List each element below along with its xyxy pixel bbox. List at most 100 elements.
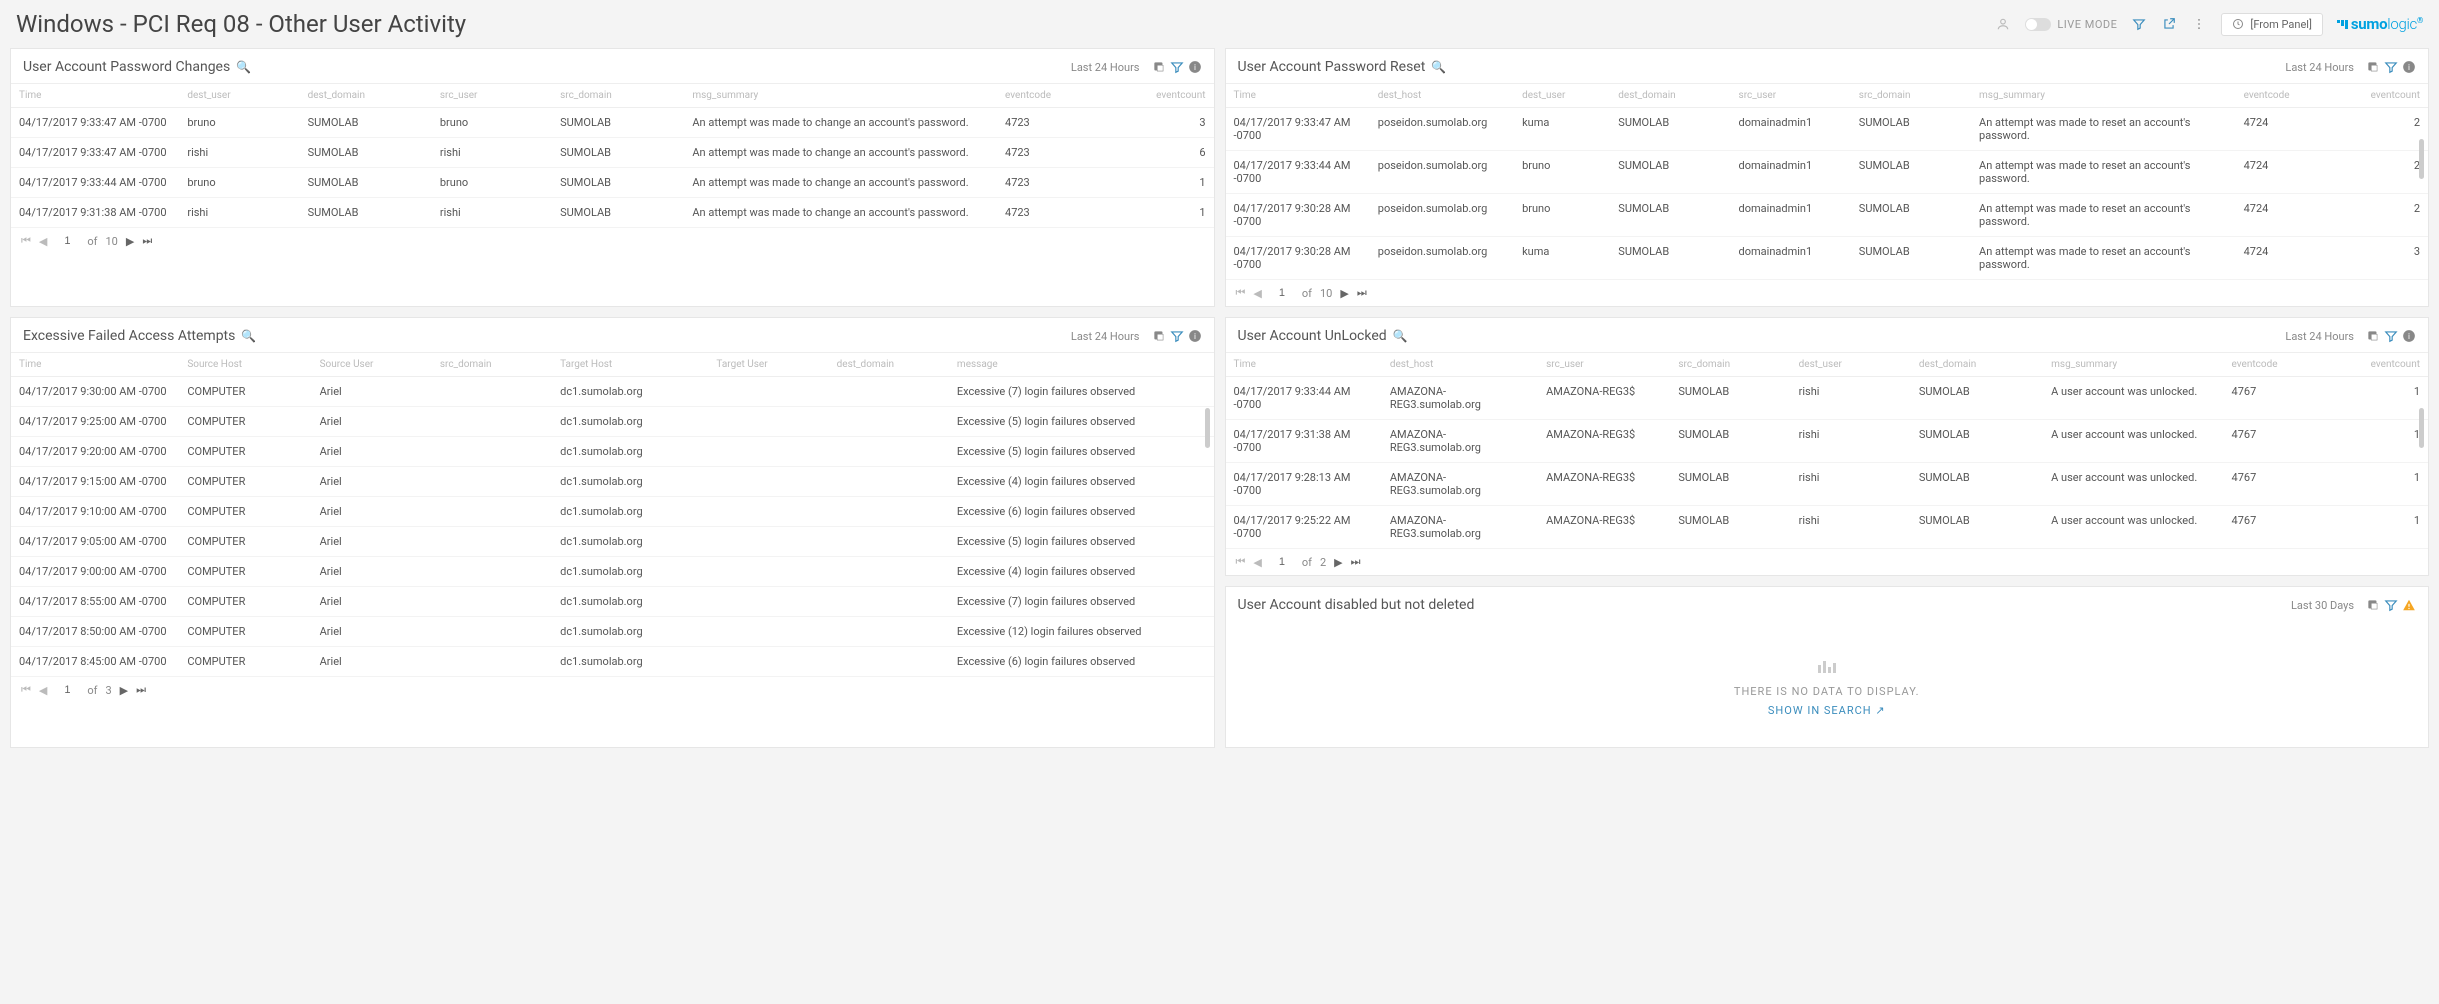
pager-page[interactable] xyxy=(55,234,79,248)
toggle-switch[interactable] xyxy=(2025,18,2051,31)
pager-page[interactable] xyxy=(1270,286,1294,300)
table-cell: dc1.sumolab.org xyxy=(552,377,708,407)
filter-icon[interactable] xyxy=(2384,329,2398,343)
page-title: Windows - PCI Req 08 - Other User Activi… xyxy=(16,10,1995,38)
pager-prev[interactable]: ◀ xyxy=(1253,287,1261,300)
info-icon[interactable]: i xyxy=(2402,60,2416,74)
pager-next[interactable]: ▶ xyxy=(1340,287,1348,300)
table-row: 04/17/2017 9:33:44 AM -0700brunoSUMOLABb… xyxy=(11,168,1214,198)
table-cell: Ariel xyxy=(312,407,432,437)
table-cell: kuma xyxy=(1514,237,1610,280)
bars-icon xyxy=(1226,661,2429,673)
magnify-icon[interactable]: 🔍 xyxy=(1431,60,1446,74)
table-cell: dc1.sumolab.org xyxy=(552,497,708,527)
table-cell: 04/17/2017 9:31:38 AM -0700 xyxy=(11,198,179,228)
table-cell: SUMOLAB xyxy=(1610,237,1730,280)
popout-icon[interactable] xyxy=(2366,60,2380,74)
user-icon[interactable] xyxy=(1995,16,2011,32)
info-icon[interactable]: i xyxy=(2402,329,2416,343)
table-cell: 04/17/2017 8:50:00 AM -0700 xyxy=(11,617,179,647)
table-cell: bruno xyxy=(179,168,299,198)
table-cell: 1 xyxy=(2332,420,2428,463)
pager-prev[interactable]: ◀ xyxy=(39,684,47,697)
table-cell: COMPUTER xyxy=(179,407,311,437)
pager-page[interactable] xyxy=(55,683,79,697)
table-cell xyxy=(708,617,828,647)
table-cell: dc1.sumolab.org xyxy=(552,467,708,497)
no-data-message: THERE IS NO DATA TO DISPLAY. xyxy=(1226,685,2429,698)
more-icon[interactable] xyxy=(2191,16,2207,32)
live-mode-toggle[interactable]: LIVE MODE xyxy=(2025,18,2117,31)
table-cell: 1 xyxy=(2332,463,2428,506)
pager-first[interactable]: ⏮ xyxy=(21,234,31,248)
table-cell: AMAZONA-REG3.sumolab.org xyxy=(1382,377,1538,420)
scrollbar[interactable] xyxy=(2419,139,2424,179)
popout-icon[interactable] xyxy=(2366,329,2380,343)
share-icon[interactable] xyxy=(2161,16,2177,32)
table-cell: SUMOLAB xyxy=(1911,506,2043,549)
magnify-icon[interactable]: 🔍 xyxy=(236,60,251,74)
info-icon[interactable]: i xyxy=(1188,329,1202,343)
filter-icon[interactable] xyxy=(2384,60,2398,74)
panel-range: Last 24 Hours xyxy=(2285,330,2354,343)
table-cell: dc1.sumolab.org xyxy=(552,647,708,677)
table-cell: bruno xyxy=(432,168,552,198)
pager-next[interactable]: ▶ xyxy=(120,684,128,697)
table-cell: An attempt was made to reset an account'… xyxy=(1971,108,2236,151)
pager-last[interactable]: ⏭ xyxy=(1357,286,1367,300)
table-header-row: Timedest_hostdest_userdest_domainsrc_use… xyxy=(1226,84,2429,108)
pager-next[interactable]: ▶ xyxy=(1334,556,1342,569)
popout-icon[interactable] xyxy=(1152,329,1166,343)
filter-icon[interactable] xyxy=(2131,16,2147,32)
pager-prev[interactable]: ◀ xyxy=(39,235,47,248)
table-cell: SUMOLAB xyxy=(1610,108,1730,151)
table-cell: 3 xyxy=(2332,237,2428,280)
table-cell: AMAZONA-REG3$ xyxy=(1538,506,1670,549)
table-cell: 04/17/2017 9:33:47 AM -0700 xyxy=(1226,108,1370,151)
table-cell: bruno xyxy=(432,108,552,138)
pager-last[interactable]: ⏭ xyxy=(136,683,146,697)
magnify-icon[interactable]: 🔍 xyxy=(1393,329,1408,343)
table-row: 04/17/2017 8:55:00 AM -0700COMPUTERAriel… xyxy=(11,587,1214,617)
table-cell: Ariel xyxy=(312,647,432,677)
pager-first[interactable]: ⏮ xyxy=(21,683,31,697)
pager-first[interactable]: ⏮ xyxy=(1236,555,1246,569)
table-cell: 4724 xyxy=(2236,151,2332,194)
table-cell: An attempt was made to change an account… xyxy=(684,108,997,138)
table-cell: Excessive (7) login failures observed xyxy=(949,377,1214,407)
filter-icon[interactable] xyxy=(1170,60,1184,74)
filter-icon[interactable] xyxy=(2384,598,2398,612)
pager-page[interactable] xyxy=(1270,555,1294,569)
svg-text:i: i xyxy=(1194,62,1196,72)
pager-next[interactable]: ▶ xyxy=(126,235,134,248)
pager-last[interactable]: ⏭ xyxy=(142,234,152,248)
scrollbar[interactable] xyxy=(1205,408,1210,448)
table-cell: SUMOLAB xyxy=(552,168,684,198)
table-cell: Excessive (12) login failures observed xyxy=(949,617,1214,647)
table-cell xyxy=(829,647,949,677)
table-cell: rishi xyxy=(432,138,552,168)
warning-icon[interactable] xyxy=(2402,598,2416,612)
pager-prev[interactable]: ◀ xyxy=(1253,556,1261,569)
pager-last[interactable]: ⏭ xyxy=(1351,555,1361,569)
show-in-search-link[interactable]: SHOW IN SEARCH ↗ xyxy=(1768,704,1886,717)
magnify-icon[interactable]: 🔍 xyxy=(241,329,256,343)
table-cell: SUMOLAB xyxy=(1911,420,2043,463)
svg-text:i: i xyxy=(2408,62,2410,72)
table-cell: poseidon.sumolab.org xyxy=(1370,194,1514,237)
popout-icon[interactable] xyxy=(2366,598,2380,612)
table-cell: rishi xyxy=(1791,506,1911,549)
table-cell: SUMOLAB xyxy=(1851,151,1971,194)
scrollbar[interactable] xyxy=(2419,408,2424,448)
table-row: 04/17/2017 9:31:38 AM -0700rishiSUMOLABr… xyxy=(11,198,1214,228)
info-icon[interactable]: i xyxy=(1188,60,1202,74)
filter-icon[interactable] xyxy=(1170,329,1184,343)
sumologic-logo: sumologic® xyxy=(2337,15,2423,33)
table-cell: 1 xyxy=(2332,506,2428,549)
table-row: 04/17/2017 9:30:00 AM -0700COMPUTERAriel… xyxy=(11,377,1214,407)
pager-first[interactable]: ⏮ xyxy=(1236,286,1246,300)
time-range-selector[interactable]: [From Panel] xyxy=(2221,13,2323,36)
popout-icon[interactable] xyxy=(1152,60,1166,74)
panel-title: Excessive Failed Access Attempts xyxy=(23,328,235,344)
table-cell: SUMOLAB xyxy=(300,168,432,198)
